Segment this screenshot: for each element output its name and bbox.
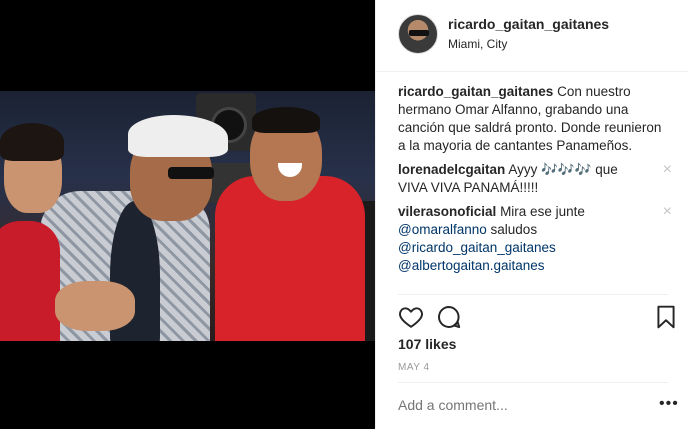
delete-comment-icon[interactable]: × — [663, 161, 672, 179]
bookmark-icon[interactable] — [653, 304, 679, 330]
comment-item: lorenadelcgaitan Ayyy 🎶🎶🎶 que VIVA VIVA … — [398, 161, 672, 197]
comment-item: vilerasonoficial Mira ese junte @omaralf… — [398, 203, 672, 275]
post-date[interactable]: MAY 4 — [398, 362, 430, 373]
comment-text-suffix: saludos — [490, 222, 538, 237]
comment-text: Mira ese junte — [500, 204, 585, 219]
person-center-glasses — [168, 167, 214, 179]
person-center-cap — [128, 115, 228, 157]
heart-icon[interactable] — [398, 304, 424, 330]
person-right-hair — [252, 107, 320, 133]
mention-link[interactable]: @omaralfanno — [398, 222, 487, 237]
likes-count[interactable]: 107 likes — [398, 336, 456, 352]
mention-link[interactable]: @albertogaitan.gaitanes — [398, 258, 545, 273]
clapping-hands — [55, 281, 135, 331]
post-sidebar: ricardo_gaitan_gaitanes Miami, City rica… — [375, 0, 688, 429]
person-left-hair — [0, 123, 64, 161]
comments-list: ricardo_gaitan_gaitanes Con nuestro herm… — [398, 83, 672, 281]
divider — [398, 382, 668, 383]
comment-icon[interactable] — [436, 304, 462, 330]
add-comment-input[interactable] — [398, 397, 638, 413]
action-bar — [398, 304, 675, 332]
more-options-icon[interactable]: ••• — [659, 396, 679, 412]
person-left-body — [0, 221, 60, 341]
post-header: ricardo_gaitan_gaitanes Miami, City — [376, 0, 688, 72]
comment-username[interactable]: vilerasonoficial — [398, 204, 496, 219]
post-photo[interactable] — [0, 91, 375, 341]
caption-username[interactable]: ricardo_gaitan_gaitanes — [398, 84, 553, 99]
mention-link[interactable]: @ricardo_gaitan_gaitanes — [398, 240, 556, 255]
avatar[interactable] — [398, 14, 438, 54]
post-media — [0, 0, 375, 429]
avatar-sunglasses — [409, 30, 429, 36]
caption: ricardo_gaitan_gaitanes Con nuestro herm… — [398, 83, 668, 155]
comment-username[interactable]: lorenadelcgaitan — [398, 162, 505, 177]
divider — [398, 294, 668, 295]
header-location[interactable]: Miami, City — [448, 37, 507, 51]
delete-comment-icon[interactable]: × — [663, 203, 672, 221]
header-username[interactable]: ricardo_gaitan_gaitanes — [448, 16, 609, 32]
